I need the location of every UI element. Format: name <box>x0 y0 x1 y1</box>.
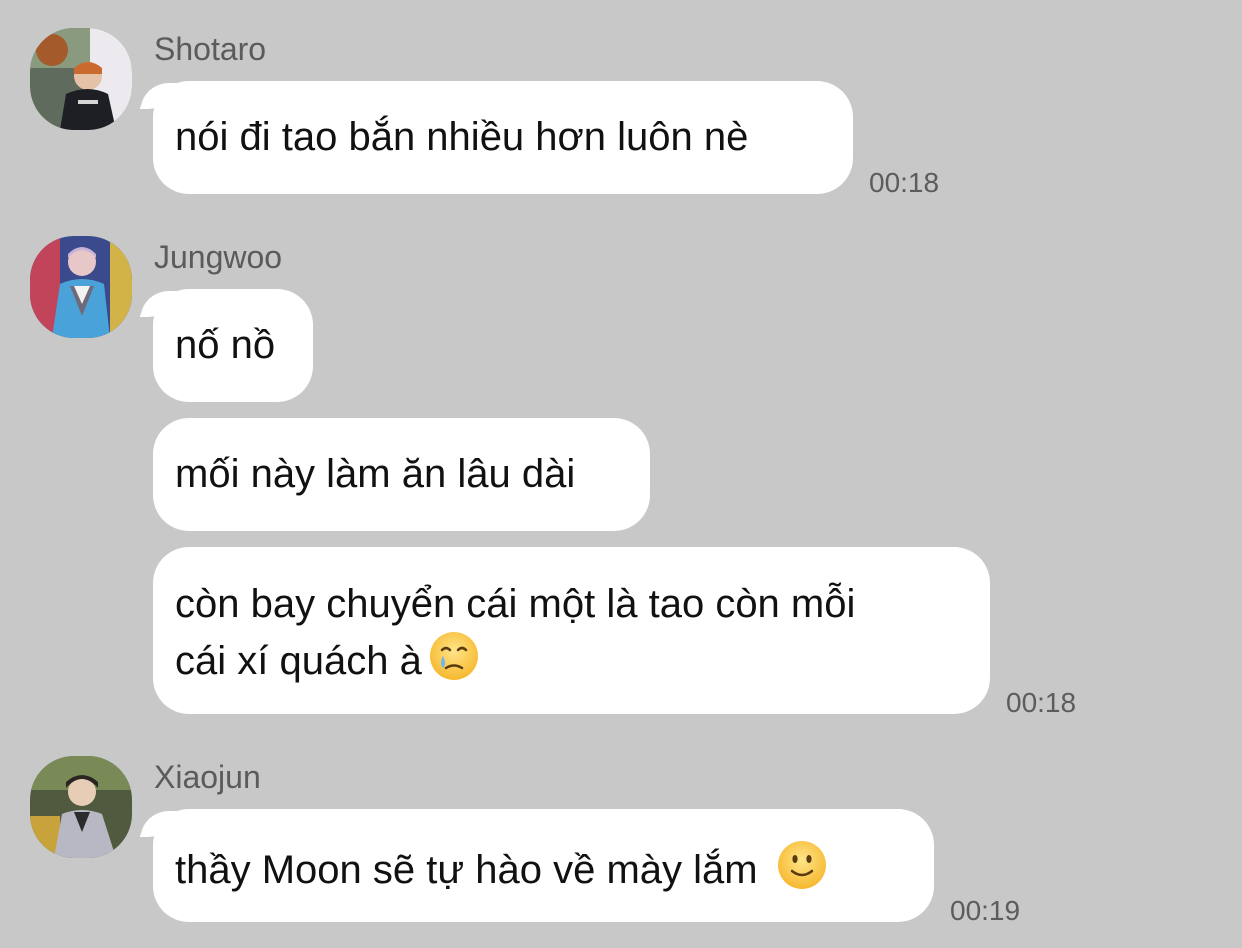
message-text: thầy Moon sẽ tự hào về mày lắm <box>175 848 758 892</box>
message-timestamp: 00:18 <box>869 167 940 198</box>
sender-name: Xiaojun <box>154 759 261 795</box>
sender-name: Shotaro <box>154 31 267 67</box>
message-text: mối này làm ăn lâu dài <box>175 452 576 496</box>
message-bubble[interactable]: còn bay chuyển cái một là tao còn mỗi cá… <box>153 547 990 714</box>
message-timestamp: 00:18 <box>1006 687 1077 718</box>
avatar-shotaro[interactable] <box>30 28 132 130</box>
message-text: cái xí quách à <box>175 639 422 683</box>
avatar-photo-icon <box>30 236 132 338</box>
message-bubble[interactable]: thầy Moon sẽ tự hào về mày lắm <box>153 809 934 922</box>
message-bubble[interactable]: mối này làm ăn lâu dài <box>153 418 650 531</box>
message-text-line: cái xí quách à <box>175 630 968 687</box>
avatar-photo-icon <box>30 28 132 130</box>
message-bubble[interactable]: nố nồ <box>153 289 313 402</box>
face-holding-back-tears-icon <box>428 630 480 682</box>
avatar-jungwoo[interactable] <box>30 236 132 338</box>
message-text: nói đi tao bắn nhiều hơn luôn nè <box>175 115 749 159</box>
avatar-photo-icon <box>30 756 132 858</box>
message-text: còn bay chuyển cái một là tao còn mỗi <box>175 582 856 626</box>
slightly-smiling-face-icon <box>776 839 828 891</box>
message-bubble[interactable]: nói đi tao bắn nhiều hơn luôn nè <box>153 81 853 194</box>
message-timestamp: 00:19 <box>950 895 1021 926</box>
sender-name: Jungwoo <box>154 239 283 275</box>
message-text: nố nồ <box>175 323 276 367</box>
avatar-xiaojun[interactable] <box>30 756 132 858</box>
